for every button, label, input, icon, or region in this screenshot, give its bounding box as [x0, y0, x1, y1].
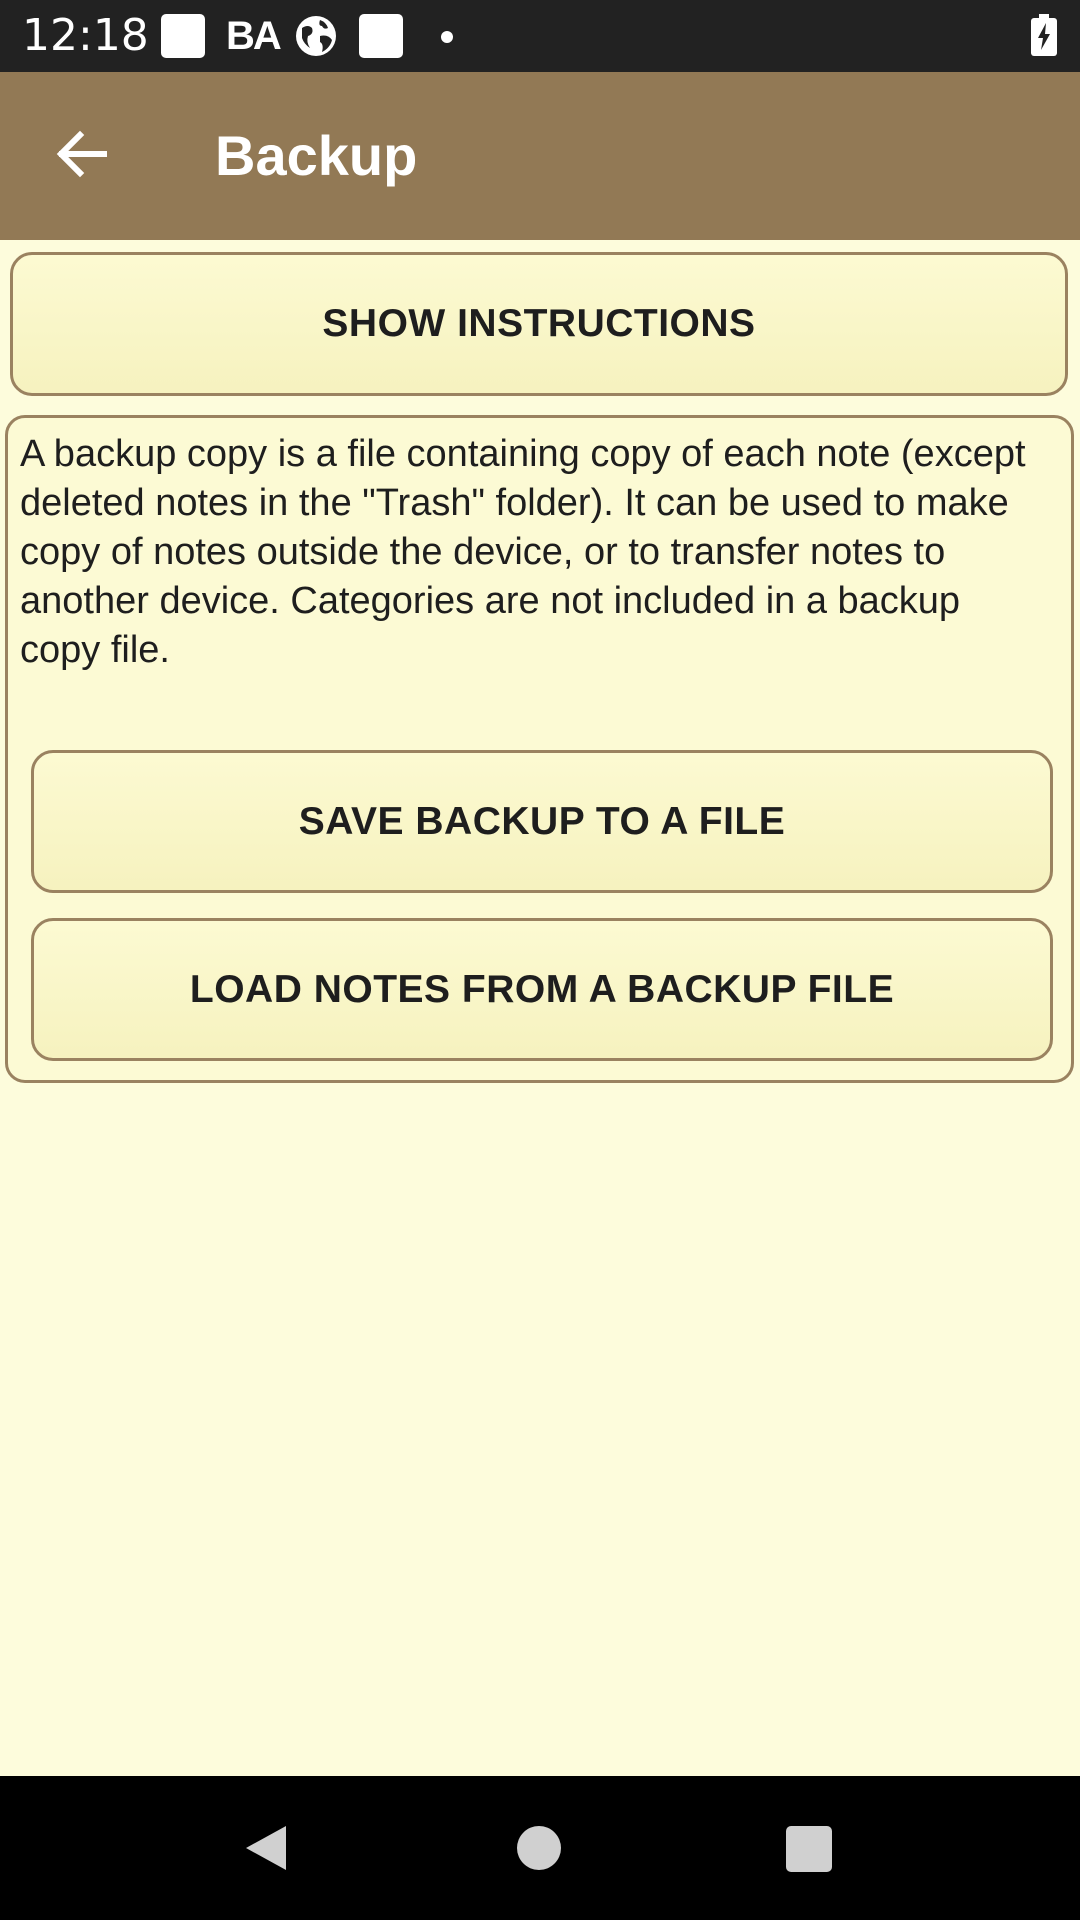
nav-recents-icon[interactable]	[786, 1826, 832, 1872]
white-square-icon	[161, 14, 205, 58]
arrow-left-icon[interactable]	[42, 114, 122, 194]
backup-screen: 12:18 BA Backup SHOW INSTRUCTIONS A back…	[0, 0, 1080, 1920]
navigation-bar	[0, 1776, 1080, 1920]
page-title: Backup	[215, 124, 418, 187]
battery-charging-icon	[1031, 14, 1057, 56]
status-time: 12:18	[22, 10, 149, 61]
globe-icon	[296, 16, 336, 56]
dot-icon	[441, 31, 453, 43]
show-instructions-button[interactable]: SHOW INSTRUCTIONS	[10, 252, 1068, 396]
load-notes-button[interactable]: LOAD NOTES FROM A BACKUP FILE	[31, 918, 1053, 1061]
status-bar: 12:18 BA	[0, 0, 1080, 72]
nav-home-icon[interactable]	[517, 1826, 561, 1870]
notification-text: BA	[226, 14, 282, 58]
backup-panel: A backup copy is a file containing copy …	[5, 415, 1074, 1083]
save-backup-button[interactable]: SAVE BACKUP TO A FILE	[31, 750, 1053, 893]
backup-description: A backup copy is a file containing copy …	[20, 433, 1026, 671]
nav-back-icon[interactable]	[240, 1822, 292, 1874]
app-bar: Backup	[0, 72, 1080, 240]
white-square-icon	[359, 14, 403, 58]
